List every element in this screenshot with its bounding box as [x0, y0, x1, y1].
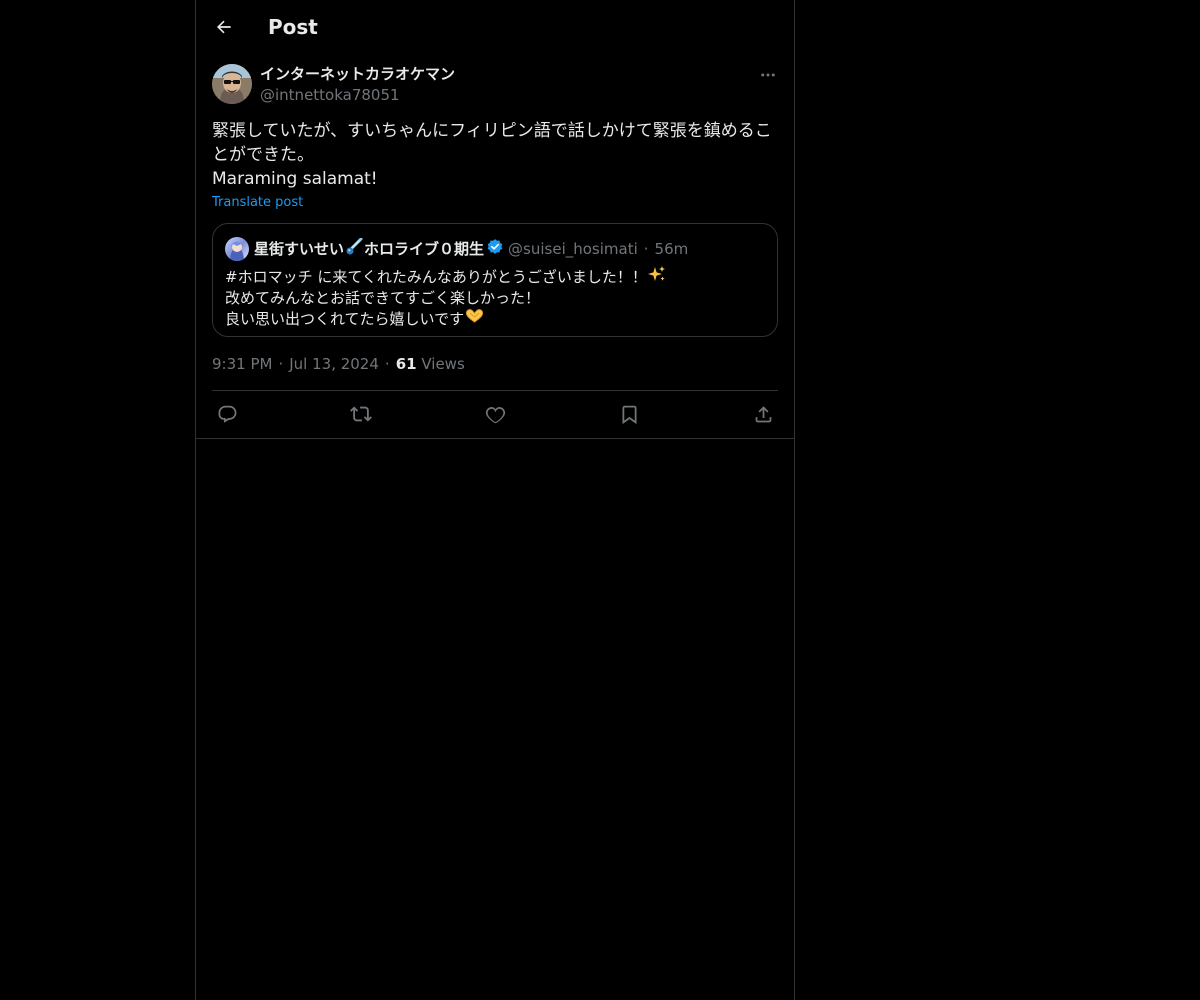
share-icon	[755, 405, 771, 422]
sparkles-emoji	[647, 265, 666, 288]
author-handle[interactable]: @intnettoka78051	[260, 85, 400, 105]
quoted-post-text: #ホロマッチ に来てくれたみんなありがとうございました！！ 改めてみんなとお話で…	[225, 265, 666, 329]
action-bar	[212, 399, 778, 429]
author-avatar[interactable]	[212, 64, 252, 104]
quoted-text-line-1: #ホロマッチ に来てくれたみんなありがとうございました！！	[225, 267, 647, 286]
verified-badge-icon	[486, 238, 504, 261]
like-icon	[485, 406, 505, 423]
more-horizontal-icon	[761, 73, 775, 77]
post-text-line: 緊張していたが、すいちゃんにフィリピン語で話しかけて緊張を鎮めるこ	[212, 121, 772, 141]
translate-post-link[interactable]: Translate post	[212, 194, 303, 212]
back-button[interactable]	[208, 11, 240, 43]
comet-emoji	[345, 237, 363, 261]
share-button[interactable]	[748, 399, 778, 429]
views-label: Views	[421, 355, 465, 373]
post-text-line: とができた。	[212, 145, 314, 165]
quoted-author-avatar[interactable]	[225, 237, 249, 261]
divider	[212, 390, 778, 391]
separator-dot: ·	[643, 240, 649, 258]
bookmark-button[interactable]	[614, 399, 644, 429]
quoted-post-time[interactable]: 56m	[655, 239, 689, 259]
quoted-author-name[interactable]: 星街すいせい	[254, 239, 344, 259]
repost-icon	[350, 406, 372, 422]
heart-hands-emoji	[465, 308, 484, 329]
post-meta: 9:31 PM · Jul 13, 2024 · 61 Views	[212, 354, 465, 374]
quoted-post-header: 星街すいせい ホロライブ０期生 @suisei_hosimati · 56m	[254, 237, 689, 261]
post-detail-column: Post インターネットカラオケマン @intnettoka78051 緊張して…	[195, 0, 795, 1000]
post-date[interactable]: Jul 13, 2024	[289, 355, 379, 373]
author-display-name[interactable]: インターネットカラオケマン	[260, 64, 455, 84]
post-text: 緊張していたが、すいちゃんにフィリピン語で話しかけて緊張を鎮めるこ とができた。…	[212, 119, 778, 191]
page-title: Post	[268, 15, 318, 39]
reply-button[interactable]	[212, 399, 242, 429]
quoted-text-line-2: 改めてみんなとお話できてすごく楽しかった！	[225, 289, 541, 307]
views-count: 61	[395, 355, 417, 373]
reply-icon	[218, 405, 236, 423]
like-button[interactable]	[480, 399, 510, 429]
bookmark-icon	[622, 405, 636, 424]
post-time[interactable]: 9:31 PM	[212, 355, 272, 373]
post-text-line: Maraming salamat!	[212, 169, 378, 189]
page-header: Post	[196, 0, 794, 53]
quoted-text-line-3: 良い思い出つくれてたら嬉しいです	[225, 309, 465, 328]
quoted-author-handle[interactable]: @suisei_hosimati	[508, 239, 638, 259]
repost-button[interactable]	[346, 399, 376, 429]
quoted-text-line: 良い思い出つくれてたら嬉しいです	[225, 308, 666, 329]
quoted-author-name-suffix: ホロライブ０期生	[364, 240, 485, 258]
quoted-text-line: 改めてみんなとお話できてすごく楽しかった！	[225, 288, 666, 308]
more-options-button[interactable]	[754, 64, 782, 86]
divider	[196, 438, 794, 439]
quoted-text-line: #ホロマッチ に来てくれたみんなありがとうございました！！	[225, 265, 666, 288]
separator-dot: ·	[384, 355, 390, 373]
arrow-left-icon	[216, 20, 231, 34]
quoted-post-card[interactable]: 星街すいせい ホロライブ０期生 @suisei_hosimati · 56m #…	[212, 223, 778, 337]
separator-dot: ·	[278, 355, 284, 373]
